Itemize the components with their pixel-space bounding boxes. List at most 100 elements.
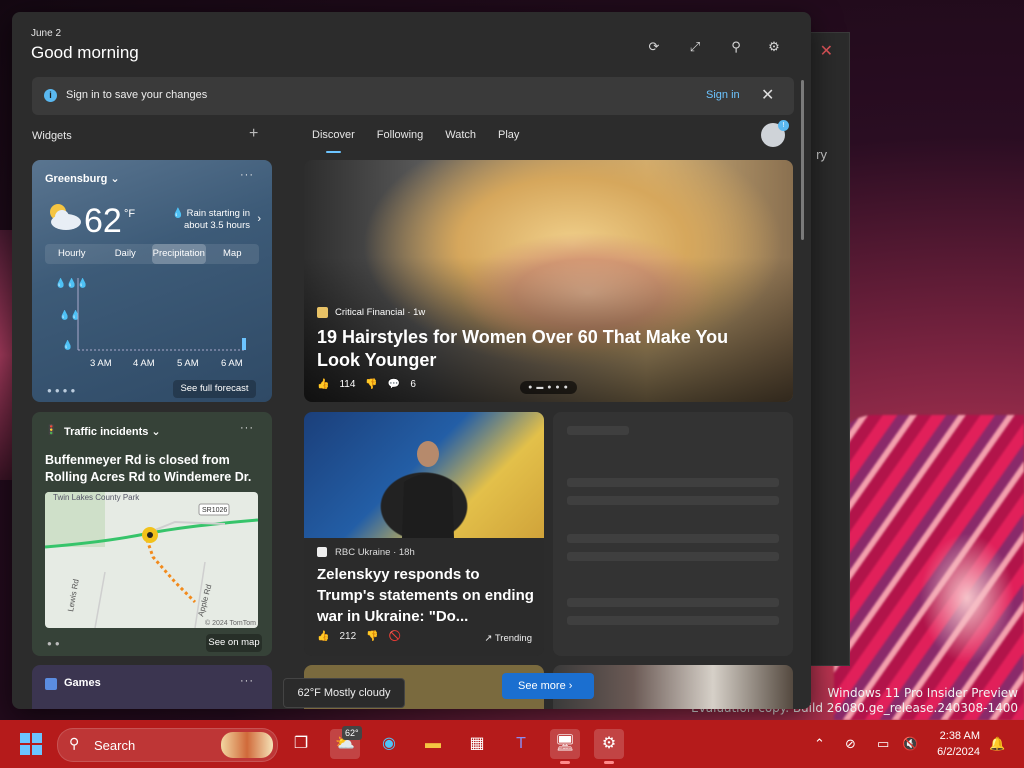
hero-story[interactable]: Critical Financial · 1w 19 Hairstyles fo… xyxy=(304,160,793,402)
search-label: Search xyxy=(94,738,136,753)
weather-widget[interactable]: Greensburg ⌄ ··· 62 °F 💧 Rain starting i… xyxy=(32,160,272,402)
traffic-icon: 🚦 xyxy=(45,425,58,436)
news-card[interactable]: RBC Ukraine · 18h Zelenskyy responds to … xyxy=(304,412,544,656)
tab-watch[interactable]: Watch xyxy=(445,129,476,141)
news-title[interactable]: Zelenskyy responds to Trump's statements… xyxy=(317,564,535,627)
scrollbar[interactable] xyxy=(801,80,804,240)
news-source: RBC Ukraine · 18h xyxy=(335,547,415,558)
network-off-icon[interactable]: ⊘ xyxy=(845,736,856,752)
edge-browser-icon[interactable]: ◉ xyxy=(374,729,404,759)
close-icon[interactable]: ✕ xyxy=(820,41,833,61)
taskbar-clock[interactable]: 2:38 AM 6/2/2024 xyxy=(928,728,980,760)
weather-tab-daily[interactable]: Daily xyxy=(99,244,153,264)
like-count: 212 xyxy=(339,631,357,642)
tab-play[interactable]: Play xyxy=(498,129,519,141)
pin-icon[interactable]: ⚲ xyxy=(727,38,745,56)
dismiss-icon[interactable]: ✕ xyxy=(761,85,774,105)
chevron-right-icon[interactable]: › xyxy=(257,213,261,225)
games-widget[interactable]: Games ··· xyxy=(32,665,272,709)
full-forecast-button[interactable]: See full forecast xyxy=(173,380,256,398)
add-widget-icon[interactable]: + xyxy=(249,125,258,143)
hero-pager[interactable]: ● ▬ ● ● ● xyxy=(520,381,577,394)
raindrop-icon: 💧 xyxy=(172,208,184,219)
comments-off-icon[interactable]: 🚫 xyxy=(389,631,401,642)
panel-greeting: Good morning xyxy=(31,43,139,62)
profile-avatar[interactable]: ! xyxy=(761,120,789,147)
comment-icon[interactable]: 💬 xyxy=(388,379,400,390)
signin-link[interactable]: Sign in xyxy=(706,89,740,101)
notification-bell-icon[interactable]: 🔔 xyxy=(989,736,1005,752)
rain-line2: about 3.5 hours xyxy=(183,220,250,231)
skeleton-line xyxy=(567,552,779,561)
display-icon[interactable]: ▭ xyxy=(877,736,889,752)
clock-time: 2:38 AM xyxy=(939,730,980,742)
taskbar-search[interactable]: ⚲ Search xyxy=(57,728,278,762)
traffic-headline[interactable]: Buffenmeyer Rd is closed from Rolling Ac… xyxy=(45,452,260,486)
more-options-icon[interactable]: ··· xyxy=(240,422,254,434)
traffic-title[interactable]: Traffic incidents ⌄ xyxy=(64,425,161,438)
precipitation-bar xyxy=(242,338,246,350)
skeleton-line xyxy=(567,496,779,505)
taskbar: ⚲ Search ❐ ⛅ 62° ◉ ▬ ▦ T 🖥 ⚙ ⌃ ⊘ ▭ 🔇 2:3… xyxy=(0,720,1024,768)
dislike-icon[interactable]: 👎 xyxy=(366,631,378,642)
traffic-map[interactable]: Twin Lakes County Park SR1026 Lewis Rd A… xyxy=(45,492,258,628)
refresh-icon[interactable]: ⟳ xyxy=(645,38,663,56)
weather-tab-precipitation[interactable]: Precipitation xyxy=(152,244,206,264)
background-window-text: ry xyxy=(816,147,827,162)
precipitation-chart: 💧💧💧 💧💧 💧 3 AM 4 AM 5 AM 6 AM xyxy=(45,268,259,372)
more-options-icon[interactable]: ··· xyxy=(240,169,254,181)
weather-tab-hourly[interactable]: Hourly xyxy=(45,244,99,264)
settings-app-icon[interactable]: ⚙ xyxy=(594,729,624,764)
file-explorer-icon[interactable]: ▬ xyxy=(418,729,448,759)
loading-card xyxy=(553,412,793,656)
weather-pager[interactable]: ●●●● xyxy=(47,386,78,395)
store-icon[interactable]: ▦ xyxy=(462,729,492,759)
skeleton-line xyxy=(567,598,779,607)
precipitation-chart-svg: 💧💧💧 💧💧 💧 xyxy=(55,277,246,351)
games-title[interactable]: Games xyxy=(64,677,101,689)
search-icon: ⚲ xyxy=(69,735,80,751)
remote-desktop-icon[interactable]: 🖥 xyxy=(550,729,580,764)
chevron-up-icon[interactable]: ⌃ xyxy=(814,736,825,752)
tab-following[interactable]: Following xyxy=(377,129,423,141)
weather-temperature: 62 xyxy=(84,202,122,240)
rain-forecast[interactable]: 💧 Rain starting in about 3.5 hours xyxy=(170,208,250,232)
see-on-map-button[interactable]: See on map xyxy=(206,634,262,652)
task-view-icon[interactable]: ❐ xyxy=(286,729,316,759)
hero-source: Critical Financial · 1w xyxy=(335,307,426,318)
dislike-icon[interactable]: 👎 xyxy=(365,379,377,390)
expand-icon[interactable]: ⤢ xyxy=(686,38,704,56)
traffic-widget[interactable]: 🚦 Traffic incidents ⌄ ··· Buffenmeyer Rd… xyxy=(32,412,272,656)
like-icon[interactable]: 👍 xyxy=(317,379,329,390)
widgets-panel: June 2 Good morning ⟳ ⤢ ⚲ ⚙ i Sign in to… xyxy=(12,12,811,709)
weather-tab-map[interactable]: Map xyxy=(206,244,260,264)
publisher-icon xyxy=(317,307,328,318)
time-label: 3 AM xyxy=(90,358,112,369)
time-label: 4 AM xyxy=(133,358,155,369)
traffic-pager[interactable]: ●● xyxy=(47,639,63,648)
more-options-icon[interactable]: ··· xyxy=(240,675,254,687)
teams-icon[interactable]: T xyxy=(506,729,536,759)
clock-date: 6/2/2024 xyxy=(937,746,980,758)
volume-muted-icon[interactable]: 🔇 xyxy=(902,736,918,752)
time-label: 6 AM xyxy=(221,358,243,369)
weather-unit: °F xyxy=(124,208,136,220)
info-icon: i xyxy=(44,89,57,102)
weather-tooltip: 62°F Mostly cloudy xyxy=(283,678,405,708)
see-more-button[interactable]: See more › xyxy=(502,673,594,699)
park-label: Twin Lakes County Park xyxy=(53,493,140,502)
traffic-map-svg: Twin Lakes County Park SR1026 Lewis Rd A… xyxy=(45,492,258,628)
skeleton-line xyxy=(567,426,629,435)
signin-bar: i Sign in to save your changes Sign in ✕ xyxy=(32,77,794,115)
comment-count: 6 xyxy=(410,379,416,390)
hero-title[interactable]: 19 Hairstyles for Women Over 60 That Mak… xyxy=(317,326,767,372)
start-button[interactable] xyxy=(20,733,42,755)
time-label: 5 AM xyxy=(177,358,199,369)
map-copyright: © 2024 TomTom xyxy=(205,619,256,627)
tab-discover[interactable]: Discover xyxy=(312,129,355,153)
settings-icon[interactable]: ⚙ xyxy=(765,38,783,56)
weather-location[interactable]: Greensburg ⌄ xyxy=(45,172,120,185)
like-icon[interactable]: 👍 xyxy=(317,631,329,642)
skeleton-line xyxy=(567,478,779,487)
skeleton-line xyxy=(567,534,779,543)
